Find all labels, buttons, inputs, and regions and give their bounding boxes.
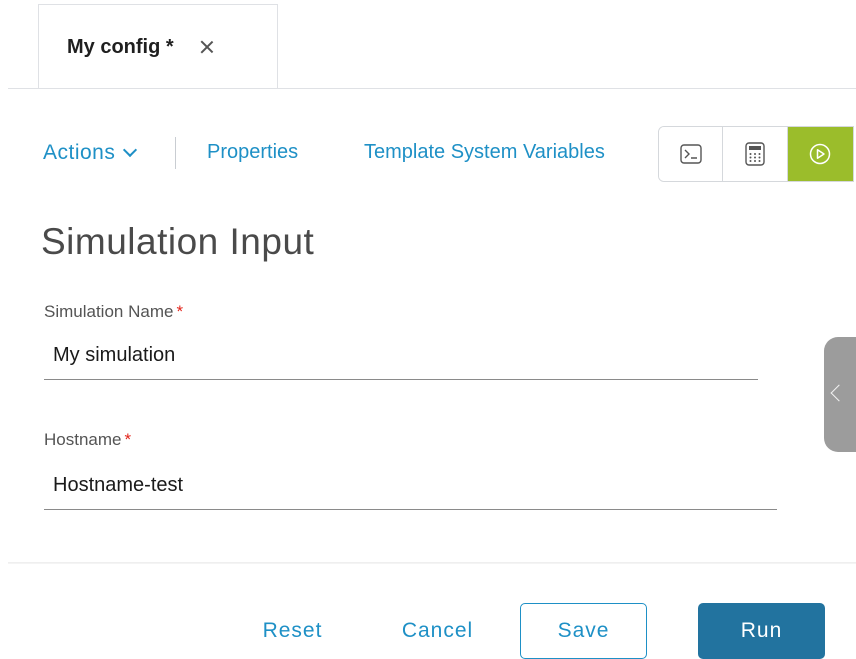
- required-mark: *: [124, 430, 132, 449]
- tool-button-group: [658, 126, 854, 182]
- chevron-down-icon: [123, 142, 138, 158]
- simulation-name-input[interactable]: [44, 332, 758, 380]
- hostname-label-text: Hostname: [44, 430, 122, 449]
- footer-divider: [8, 562, 856, 564]
- hostname-input[interactable]: [44, 462, 777, 510]
- reset-button[interactable]: Reset: [240, 603, 345, 659]
- run-button[interactable]: Run: [698, 603, 825, 659]
- side-drawer-toggle[interactable]: [824, 337, 856, 452]
- actions-label: Actions: [43, 141, 116, 164]
- simulation-name-label: Simulation Name *: [44, 302, 183, 322]
- chevron-left-icon: [830, 384, 848, 402]
- tab-my-config[interactable]: My config *: [38, 4, 278, 89]
- calculator-icon: [745, 142, 765, 166]
- page-title: Simulation Input: [41, 221, 315, 262]
- properties-link[interactable]: Properties: [207, 141, 298, 164]
- toolbar-divider: [175, 137, 176, 169]
- toolbar: Actions Properties Template System Varia…: [0, 125, 856, 183]
- cancel-button[interactable]: Cancel: [385, 603, 490, 659]
- terminal-button[interactable]: [659, 127, 724, 181]
- terminal-icon: [679, 144, 702, 164]
- simulate-button[interactable]: [787, 127, 853, 181]
- actions-menu[interactable]: Actions: [43, 141, 138, 165]
- required-mark: *: [176, 302, 184, 321]
- save-button[interactable]: Save: [520, 603, 647, 659]
- hostname-label: Hostname *: [44, 430, 131, 450]
- close-icon[interactable]: [198, 38, 216, 56]
- tab-bar: My config *: [0, 0, 856, 89]
- tab-divider: [8, 88, 856, 89]
- calculator-button[interactable]: [723, 127, 788, 181]
- simulation-name-label-text: Simulation Name: [44, 302, 174, 321]
- template-system-variables-link[interactable]: Template System Variables: [364, 141, 605, 164]
- tab-title: My config *: [67, 35, 174, 58]
- play-circle-icon: [810, 143, 831, 165]
